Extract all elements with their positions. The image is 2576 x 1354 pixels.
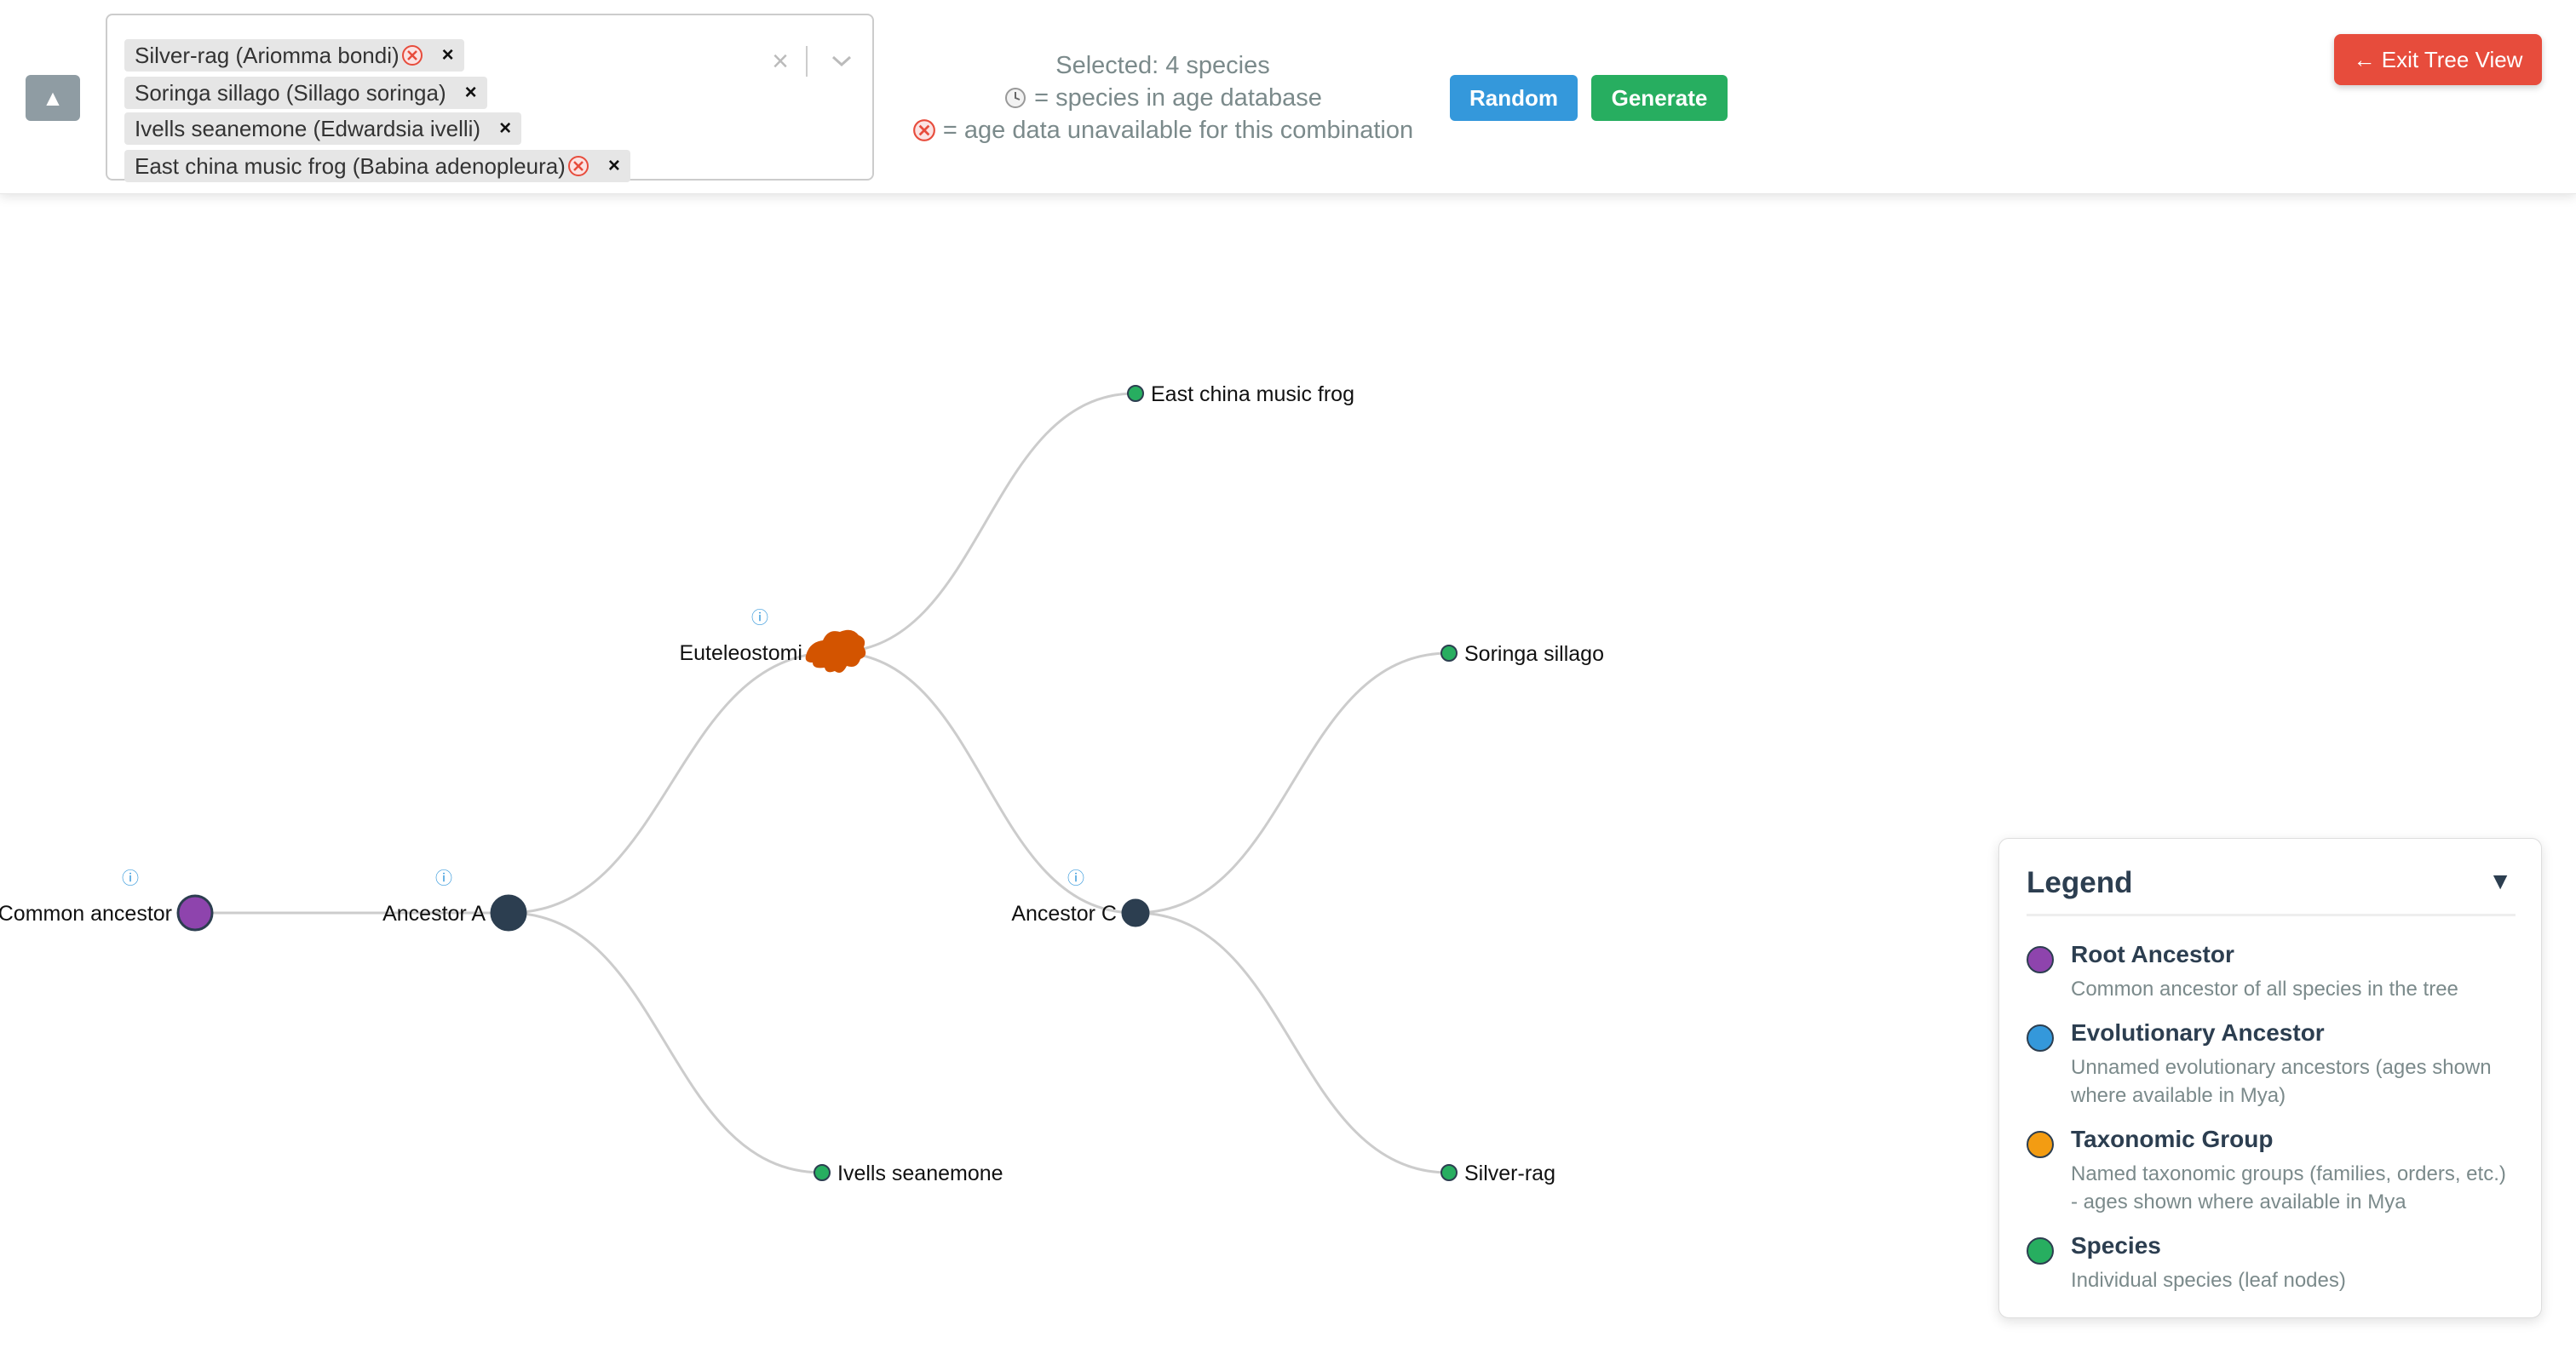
tree-edge: [508, 911, 823, 1174]
select-separator: [806, 46, 808, 77]
ancestor-node-marker[interactable]: [1121, 898, 1150, 927]
legend-toggle-icon[interactable]: ▼: [2488, 868, 2512, 895]
age-unavailable-icon: [567, 156, 589, 176]
node-label: Common ancestor: [0, 902, 172, 926]
tree-node-root[interactable]: Common ancestor ⓘ: [0, 868, 214, 932]
root-ancestor-swatch: [2027, 946, 2054, 973]
ancestor-node-marker[interactable]: [490, 894, 527, 932]
age-unavailable-icon: [401, 45, 423, 66]
species-chip: Soringa sillago (Sillago soringa) ×: [124, 77, 487, 109]
legend-title: Legend: [2027, 866, 2133, 899]
clear-all-icon[interactable]: ×: [763, 31, 797, 92]
legend-item-name: Species: [2071, 1232, 2161, 1259]
chevron-down-icon[interactable]: [816, 31, 867, 92]
species-swatch: [2027, 1237, 2054, 1265]
species-node-marker[interactable]: [814, 1164, 831, 1181]
tree-nodes: Common ancestor ⓘ Ancestor A ⓘ Euteleostomi ⓘ…: [0, 382, 1604, 1185]
species-chip: East china music frog (Babina adenopleur…: [124, 150, 630, 182]
legend-item-name: Root Ancestor: [2071, 941, 2234, 967]
info-icon[interactable]: ⓘ: [1067, 868, 1084, 888]
tree-node-anc_c[interactable]: Ancestor C ⓘ: [1011, 868, 1150, 927]
selected-count: Selected: 4 species: [1055, 52, 1270, 79]
legend-item-desc: Unnamed evolutionary ancestors (ages sho…: [2071, 1056, 2492, 1107]
node-label: Ivells seanemone: [837, 1162, 1003, 1185]
selection-status: Selected: 4 species = species in age dat…: [894, 49, 1431, 146]
root-node-marker[interactable]: [176, 894, 214, 932]
species-chip: Silver-rag (Ariomma bondi) ×: [124, 39, 464, 72]
node-label: Silver-rag: [1464, 1162, 1555, 1185]
legend-panel: Legend ▼ Root Ancestor Common ancestor o…: [1998, 838, 2542, 1318]
info-icon[interactable]: ⓘ: [122, 868, 139, 888]
species-node-marker[interactable]: [1127, 385, 1144, 402]
node-label: Euteleostomi: [679, 641, 802, 665]
legend-item-desc: Common ancestor of all species in the tr…: [2071, 978, 2458, 1001]
species-chip-label: East china music frog (Babina adenopleur…: [135, 152, 566, 179]
evolutionary-ancestor-swatch: [2027, 1024, 2054, 1052]
tree-node-seanemone[interactable]: Ivells seanemone: [814, 1162, 1003, 1185]
generate-button[interactable]: Generate: [1591, 75, 1728, 121]
remove-chip-icon[interactable]: ×: [499, 117, 511, 141]
remove-chip-icon[interactable]: ×: [442, 43, 454, 67]
species-multiselect[interactable]: Silver-rag (Ariomma bondi) × Soringa sil…: [106, 14, 874, 182]
frog-silhouette-icon: [805, 629, 866, 673]
info-icon[interactable]: ⓘ: [751, 607, 768, 628]
species-chip-label: Silver-rag (Ariomma bondi): [135, 42, 400, 68]
legend-item-desc: Named taxonomic groups (families, orders…: [2071, 1162, 2506, 1213]
species-node-marker[interactable]: [1440, 645, 1458, 662]
node-label: East china music frog: [1151, 382, 1354, 406]
random-button[interactable]: Random: [1450, 75, 1578, 121]
species-chip-label: Ivells seanemone (Edwardsia ivelli): [135, 115, 481, 141]
tree-node-silverrag[interactable]: Silver-rag: [1440, 1162, 1555, 1185]
clock-legend-note: = species in age database: [1034, 84, 1322, 112]
tree-edge: [508, 651, 836, 915]
taxonomic-group-swatch: [2027, 1131, 2054, 1158]
tree-edge: [1135, 911, 1450, 1174]
tree-node-eutel[interactable]: Euteleostomi ⓘ: [679, 607, 866, 673]
node-label: Soringa sillago: [1464, 642, 1604, 666]
node-label: Ancestor C: [1011, 902, 1117, 926]
tree-edge: [1135, 651, 1450, 915]
top-control-bar: ▲ Silver-rag (Ariomma bondi) × Soringa s…: [0, 0, 2576, 194]
legend-item-desc: Individual species (leaf nodes): [2071, 1269, 2346, 1292]
age-unavailable-icon: [912, 119, 935, 141]
tree-node-soringa[interactable]: Soringa sillago: [1440, 642, 1604, 666]
clock-icon: [1005, 88, 1026, 108]
collapse-panel-button[interactable]: ▲: [26, 75, 80, 121]
legend-divider: [2027, 914, 2516, 916]
remove-chip-icon[interactable]: ×: [465, 81, 477, 105]
exit-tree-view-button[interactable]: ← Exit Tree View: [2334, 34, 2542, 85]
tree-edges: [195, 392, 1450, 1174]
remove-chip-icon[interactable]: ×: [608, 154, 620, 178]
legend-item-name: Evolutionary Ancestor: [2071, 1019, 2325, 1046]
species-chip-label: Soringa sillago (Sillago soringa): [135, 79, 446, 106]
tree-edge: [834, 651, 1136, 915]
species-chip: Ivells seanemone (Edwardsia ivelli) ×: [124, 112, 522, 145]
tree-node-frog[interactable]: East china music frog: [1127, 382, 1354, 406]
node-label: Ancestor A: [382, 902, 486, 926]
tree-node-anc_a[interactable]: Ancestor A ⓘ: [382, 868, 527, 932]
tree-edge: [834, 392, 1136, 654]
unavailable-legend-note: = age data unavailable for this combinat…: [942, 117, 1414, 144]
species-node-marker[interactable]: [1440, 1164, 1458, 1181]
legend-item-name: Taxonomic Group: [2071, 1126, 2274, 1152]
info-icon[interactable]: ⓘ: [435, 868, 452, 888]
